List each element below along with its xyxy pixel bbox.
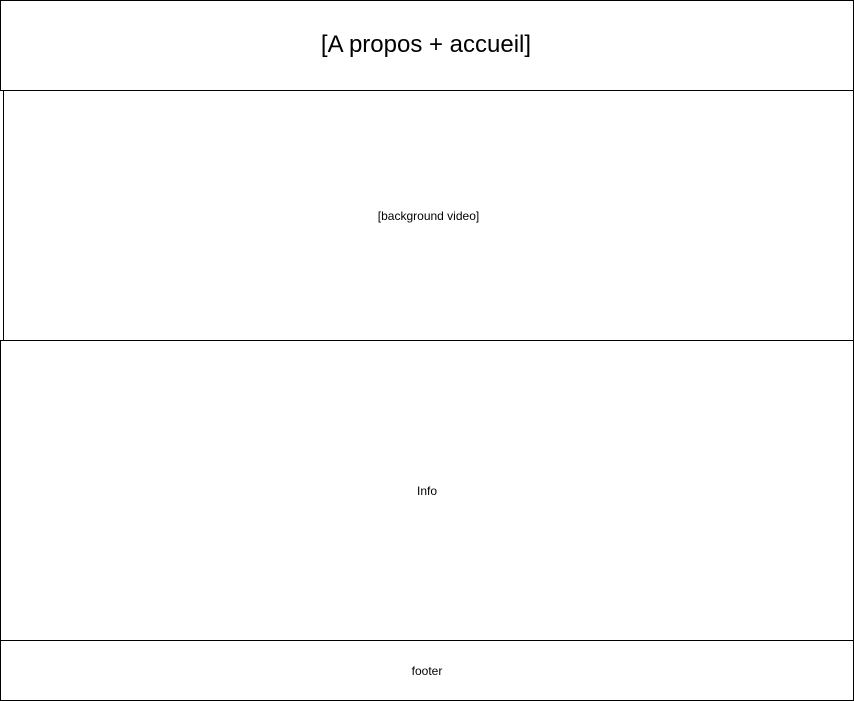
info-label: Info [416, 483, 437, 498]
info-section: Info [0, 340, 854, 641]
header-section: [A propos + accueil] [0, 0, 854, 91]
background-video-label: [background video] [377, 208, 480, 223]
footer-section: footer [0, 640, 854, 701]
footer-label: footer [411, 663, 443, 678]
background-video-section: [background video] [3, 90, 854, 341]
header-label: [A propos + accueil] [320, 31, 532, 58]
